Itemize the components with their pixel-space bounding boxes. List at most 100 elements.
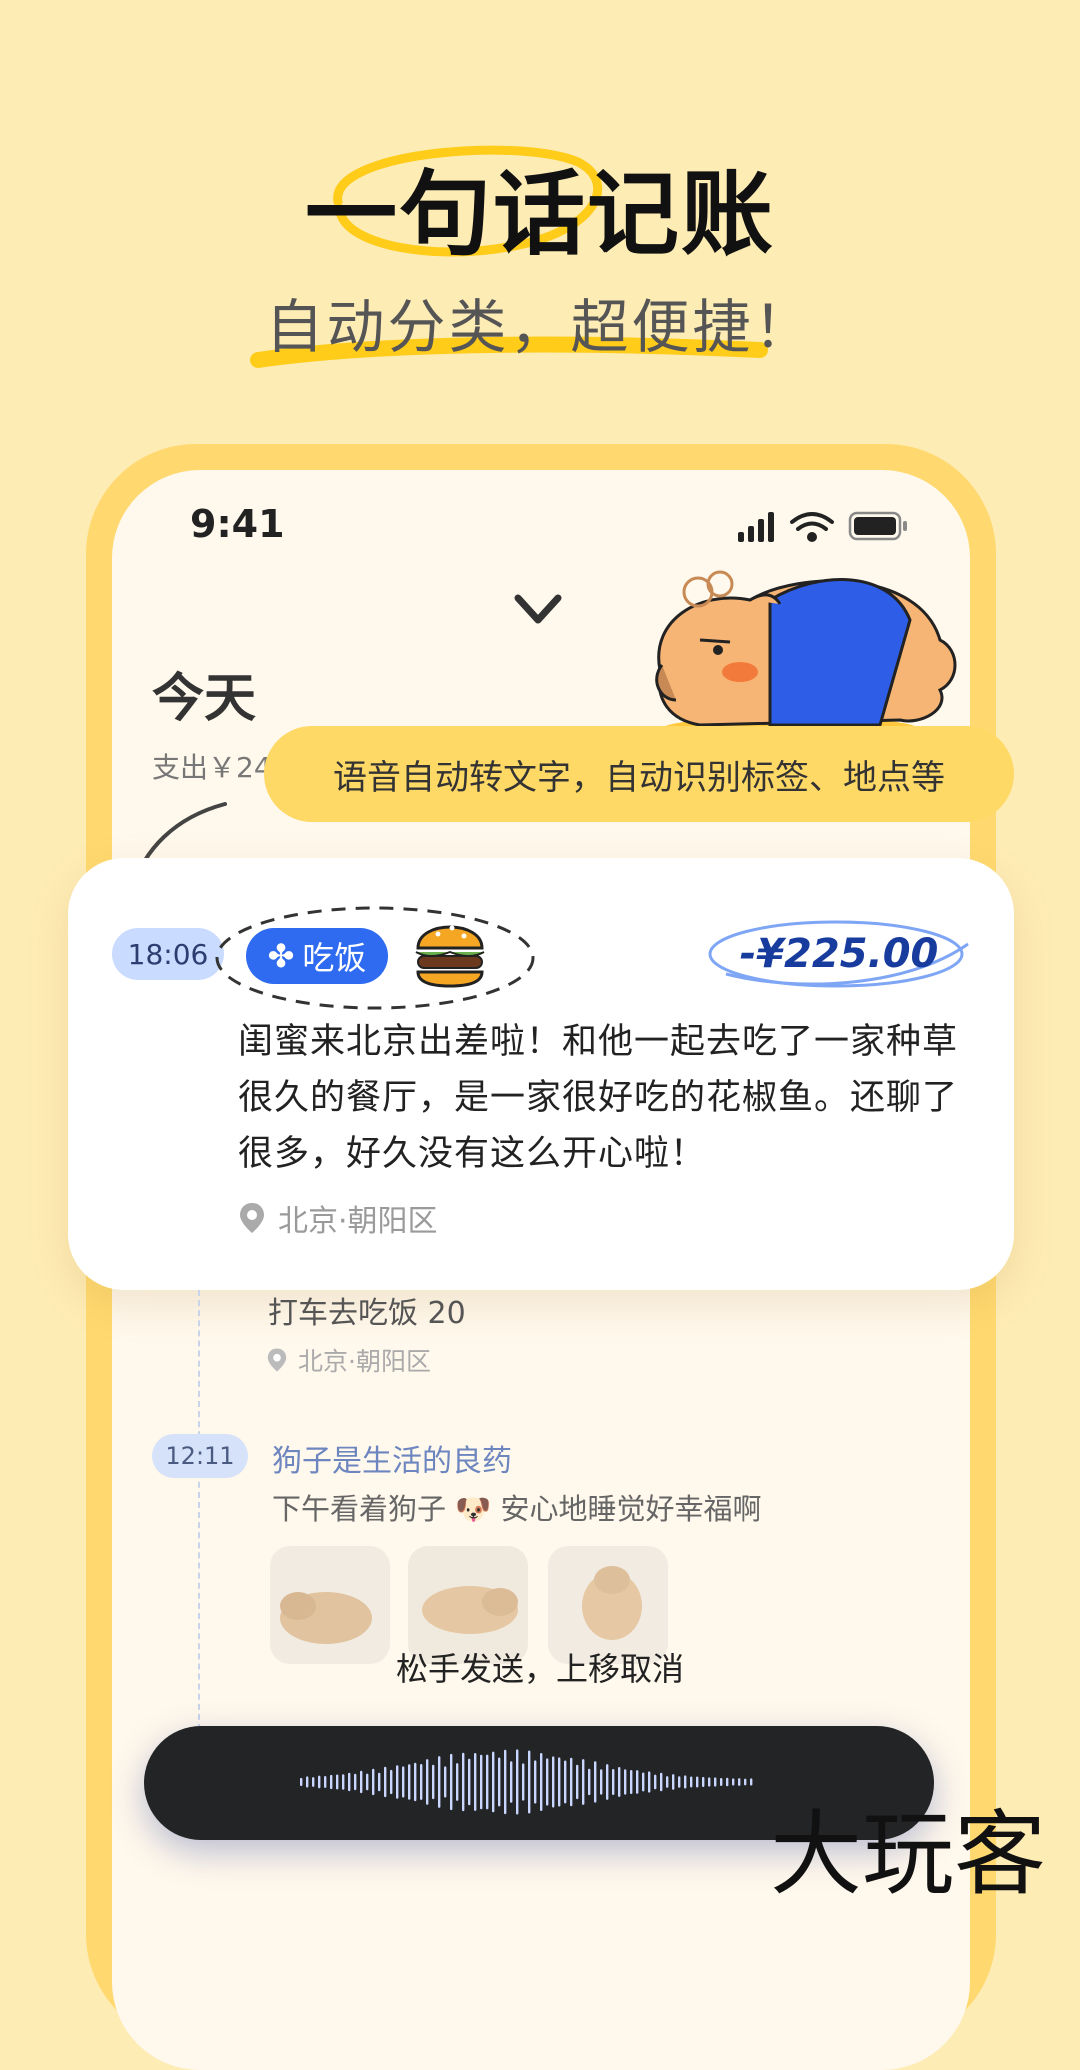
- battery-icon: [848, 511, 907, 541]
- card-time-badge: 18:06: [112, 928, 224, 980]
- capybara-mascot-icon: [655, 570, 957, 744]
- status-time: 9:41: [190, 502, 285, 546]
- waveform-bar: [444, 1766, 447, 1798]
- waveform-bar: [726, 1777, 729, 1787]
- waveform-bar: [486, 1754, 489, 1810]
- waveform-bar: [408, 1764, 411, 1800]
- waveform-bar: [330, 1774, 333, 1790]
- waveform-bar: [300, 1777, 303, 1787]
- waveform-bar: [684, 1775, 687, 1789]
- category-tag-label: 吃饭: [302, 939, 367, 977]
- card-location: 北京·朝阳区: [238, 1196, 438, 1240]
- waveform-bar: [678, 1776, 681, 1788]
- waveform-bar: [360, 1770, 363, 1794]
- waveform-bar: [630, 1769, 633, 1795]
- day-expense: 支出￥24: [152, 751, 272, 784]
- waveform-bar: [354, 1773, 357, 1791]
- waveform-bar: [594, 1761, 597, 1803]
- waveform-bar: [582, 1759, 585, 1805]
- waveform-bar: [324, 1775, 327, 1789]
- waveform-bar: [510, 1761, 513, 1803]
- waveform-bar: [474, 1753, 477, 1811]
- headline: 一句话记账: [0, 140, 1080, 273]
- waveform-bar: [696, 1776, 699, 1788]
- waveform-bar: [372, 1768, 375, 1796]
- waveform-bar: [426, 1759, 429, 1805]
- waveform-bar: [564, 1760, 567, 1804]
- signal-icon: [738, 512, 774, 542]
- location-pin-icon: [267, 1348, 287, 1372]
- card-amount: -¥225.00: [739, 931, 939, 977]
- waveform-bar: [414, 1762, 417, 1802]
- waveform-bar: [420, 1764, 423, 1800]
- waveform-bar: [438, 1756, 441, 1808]
- waveform-bar: [432, 1764, 435, 1800]
- entry-text: 下午看着狗子 🐶 安心地睡觉好幸福啊: [272, 1492, 762, 1526]
- entry-location-label: 北京·朝阳区: [298, 1347, 431, 1376]
- status-icons: [738, 511, 907, 542]
- waveform-bar: [612, 1768, 615, 1796]
- waveform-bar: [540, 1752, 543, 1812]
- waveform-bar: [654, 1774, 657, 1790]
- waveform-bar: [492, 1751, 495, 1813]
- waveform-bar: [366, 1773, 369, 1791]
- chevron-down-icon[interactable]: [512, 590, 564, 630]
- waveform-bar: [312, 1777, 315, 1787]
- waveform-bar: [498, 1757, 501, 1807]
- waveform-bar: [390, 1769, 393, 1795]
- waveform-bar: [738, 1778, 741, 1786]
- headline-subtitle-wrap: 自动分类，超便捷！: [0, 280, 1080, 364]
- waveform-bar: [720, 1777, 723, 1787]
- waveform-bar: [528, 1750, 531, 1814]
- feature-tooltip: 语音自动转文字，自动识别标签、地点等: [264, 726, 1014, 822]
- headline-title: 一句话记账: [304, 161, 775, 268]
- voice-release-hint: 松手发送，上移取消: [395, 1650, 684, 1688]
- waveform-bar: [522, 1763, 525, 1801]
- waveform-bar: [534, 1760, 537, 1804]
- waveform-bar: [336, 1774, 339, 1790]
- waveform-bar: [456, 1763, 459, 1801]
- waveform-bar: [624, 1769, 627, 1795]
- waveform-bar: [648, 1771, 651, 1793]
- waveform-bar: [342, 1774, 345, 1790]
- waveform-bar: [708, 1777, 711, 1787]
- waveform-bar: [396, 1765, 399, 1799]
- waveform-bar: [552, 1756, 555, 1808]
- waveform-bar: [732, 1778, 735, 1786]
- wifi-icon: [790, 512, 834, 542]
- entry-text: 打车去吃饭 20: [268, 1296, 466, 1331]
- entry-time-badge: 12:11: [152, 1434, 248, 1478]
- waveform-bar: [402, 1766, 405, 1798]
- waveform-bar: [450, 1753, 453, 1811]
- svg-text:大玩客: 大玩客: [770, 1801, 1046, 1908]
- category-tag[interactable]: ✤ 吃饭: [246, 928, 388, 984]
- waveform-bar: [744, 1778, 747, 1786]
- waveform-bar: [348, 1772, 351, 1792]
- card-location-label: 北京·朝阳区: [278, 1204, 438, 1239]
- waveform-bar: [690, 1776, 693, 1788]
- waveform-bar: [318, 1775, 321, 1789]
- waveform-bar: [702, 1776, 705, 1788]
- card-note: 闺蜜来北京出差啦！和他一起去吃了一家种草很久的餐厅，是一家很好吃的花椒鱼。还聊了…: [238, 1022, 959, 1174]
- clover-icon: ✤: [267, 937, 295, 975]
- waveform-bar: [636, 1770, 639, 1794]
- headline-subtitle: 自动分类，超便捷！: [265, 293, 815, 361]
- waveform-bar: [504, 1749, 507, 1815]
- waveform-bar: [516, 1749, 519, 1815]
- waveform-bar: [714, 1777, 717, 1787]
- entry-title: 狗子是生活的良药: [272, 1444, 512, 1479]
- watermark-logo: 大玩客: [770, 1801, 1046, 1908]
- waveform-bar: [576, 1764, 579, 1800]
- waveform-bar: [600, 1769, 603, 1795]
- entry-location: 北京·朝阳区: [266, 1342, 431, 1378]
- burger-icon: [415, 925, 485, 988]
- waveform-bar: [558, 1757, 561, 1807]
- waveform-bar: [546, 1758, 549, 1806]
- waveform-bar: [750, 1778, 753, 1786]
- waveform-bar: [588, 1768, 591, 1796]
- waveform-bar: [462, 1752, 465, 1812]
- waveform-bar: [570, 1757, 573, 1807]
- waveform-bar: [606, 1764, 609, 1800]
- waveform-bar: [384, 1766, 387, 1798]
- waveform-bar: [618, 1767, 621, 1797]
